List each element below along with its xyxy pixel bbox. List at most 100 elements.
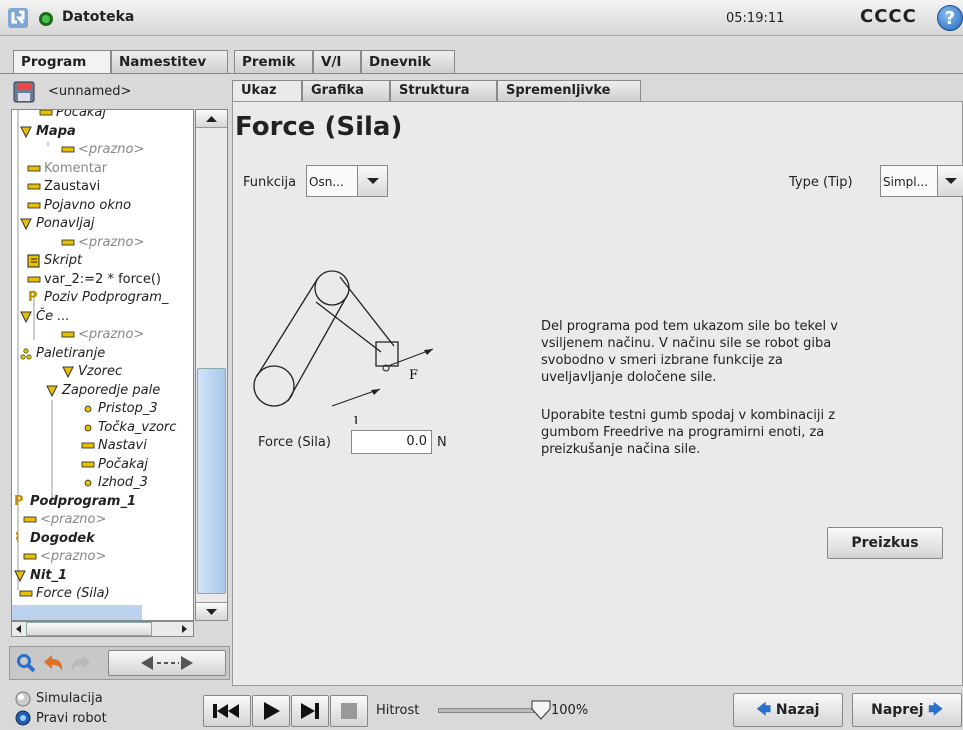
description-2: Uporabite testni gumb spodaj v kombinaci… [541, 407, 835, 458]
desc-line: vsiljenem načinu. V načinu sile se robot… [541, 336, 832, 351]
tree-node-label: Force (Sila) [36, 586, 110, 601]
skip-back-button[interactable] [203, 695, 251, 727]
search-icon[interactable] [16, 653, 36, 673]
scroll-up-button[interactable] [196, 110, 227, 128]
tree-scrollbar[interactable] [195, 109, 228, 621]
waypoint-icon [84, 479, 92, 487]
speed-slider-track[interactable] [438, 708, 540, 713]
subtab-ukaz[interactable]: Ukaz [232, 80, 302, 101]
tree-node-label: Če ... [36, 308, 70, 324]
tree-node-label: Skript [44, 253, 83, 268]
tree-node-label: Izhod_3 [98, 475, 148, 490]
tree-node-label: Počakaj [56, 109, 107, 120]
tree-node-label: Pojavno okno [44, 197, 132, 213]
help-icon[interactable]: ? [937, 5, 963, 31]
tree-node-label: Dogodek [30, 530, 95, 546]
stop-button[interactable] [330, 695, 368, 727]
step-button[interactable] [291, 695, 329, 727]
command-panel: Force (Sila) Funkcija Osn... Type (Tip) … [232, 101, 963, 686]
event-icon: ⌇ [14, 530, 21, 546]
force-diagram: F l [253, 270, 434, 424]
script-icon [27, 254, 40, 268]
tree-node-label: Zaporedje pale [62, 382, 161, 398]
speed-slider-handle[interactable] [530, 699, 552, 721]
hscroll-thumb[interactable] [26, 622, 152, 636]
app-title[interactable]: Datoteka [62, 9, 134, 25]
pallet-icon [20, 347, 32, 360]
force-unit: N [437, 435, 447, 450]
chevron-down-icon[interactable] [937, 166, 963, 196]
tree-hscrollbar[interactable] [11, 621, 194, 637]
funkcija-label: Funkcija [243, 175, 297, 190]
desc-line: gumbom Freedrive na programirni enoti, z… [541, 425, 825, 440]
scroll-down-button[interactable] [196, 602, 227, 620]
tree-node-label: <prazno> [78, 327, 145, 342]
desc-line: Uporabite testni gumb spodaj v kombinaci… [541, 408, 836, 423]
tree-node-label: Nit_1 [30, 567, 68, 583]
scroll-right-icon[interactable] [177, 622, 191, 636]
folder-triangle-icon [46, 385, 58, 397]
type-select[interactable]: Simpl... [880, 165, 963, 197]
subtab-grafika[interactable]: Grafika [302, 80, 390, 101]
tree-toolbar [9, 646, 230, 680]
test-button[interactable]: Preizkus [827, 527, 943, 559]
tree-node-label: Pristop_3 [98, 401, 158, 416]
force-input[interactable]: 0.0 [351, 430, 432, 454]
tree-node-label: <prazno> [40, 549, 107, 564]
file-name: <unnamed> [48, 84, 132, 99]
back-button[interactable]: 🡄 Nazaj [733, 693, 843, 727]
tab-premik[interactable]: Premik [234, 50, 313, 73]
tree-node-label: Nastavi [98, 438, 147, 453]
next-label: Naprej [871, 702, 924, 718]
node-bar-icon [23, 553, 37, 560]
status-icon [39, 12, 53, 26]
redo-icon[interactable] [70, 653, 92, 673]
top-bar: Datoteka 05:19:11 CCCC ? [0, 0, 963, 36]
tab-vi[interactable]: V/I [313, 50, 361, 73]
tab-program[interactable]: Program [13, 50, 111, 74]
subtab-struktura[interactable]: Struktura [390, 80, 497, 101]
desc-line: Del programa pod tem ukazom sile bo teke… [541, 319, 838, 334]
node-bar-icon [61, 331, 75, 338]
real-robot-label[interactable]: Pravi robot [36, 711, 107, 726]
scroll-thumb[interactable] [197, 368, 226, 594]
funkcija-value: Osn... [309, 175, 344, 189]
save-icon[interactable] [13, 81, 35, 103]
folder-triangle-icon [20, 218, 32, 231]
subprogram-icon: P [28, 290, 38, 305]
folder-triangle-icon [14, 570, 26, 582]
node-bar-icon [61, 146, 75, 153]
tree-node-label: Podprogram_1 [30, 493, 136, 509]
back-label: Nazaj [775, 702, 820, 718]
folder-triangle-icon [20, 126, 32, 138]
tab-dnevnik[interactable]: Dnevnik [361, 50, 455, 73]
simulation-label[interactable]: Simulacija [36, 691, 103, 706]
tree-node-label: var_2:=2 * force() [44, 271, 161, 287]
force-label: Force (Sila) [258, 435, 331, 450]
node-bar-icon [27, 276, 41, 282]
program-tree[interactable]: Počakaj Mapa <prazno> Komentar Zaustavi Pojav… [11, 109, 194, 621]
scroll-left-icon[interactable] [12, 622, 26, 636]
funkcija-select[interactable]: Osn... [306, 165, 388, 197]
waypoint-icon [84, 424, 92, 431]
tab-namestitev[interactable]: Namestitev [111, 50, 228, 73]
chevron-down-icon[interactable] [357, 166, 387, 196]
node-bar-icon [81, 461, 95, 467]
desc-line: uveljavljanje določene sile. [541, 370, 717, 385]
next-button[interactable]: Naprej 🡆 [852, 693, 962, 727]
real-robot-radio-icon[interactable] [15, 710, 31, 726]
undo-icon[interactable] [42, 653, 64, 673]
page-title: Force (Sila) [235, 112, 403, 142]
play-button[interactable] [252, 695, 290, 727]
description-1: Del programa pod tem ukazom sile bo teke… [541, 318, 838, 386]
speed-value: 100% [551, 703, 589, 718]
move-node-button[interactable] [108, 650, 226, 676]
node-bar-icon [61, 239, 75, 245]
ur-logo-icon [8, 8, 28, 28]
desc-line: svobodno v smeri izbrane funkcije za [541, 353, 783, 368]
desc-line: preizkušanje načina sile. [541, 442, 701, 457]
folder-triangle-icon [62, 366, 74, 379]
subtab-spremenljivke[interactable]: Spremenljivke [497, 80, 641, 101]
node-bar-icon [19, 590, 33, 597]
simulation-radio-icon[interactable] [15, 691, 31, 707]
